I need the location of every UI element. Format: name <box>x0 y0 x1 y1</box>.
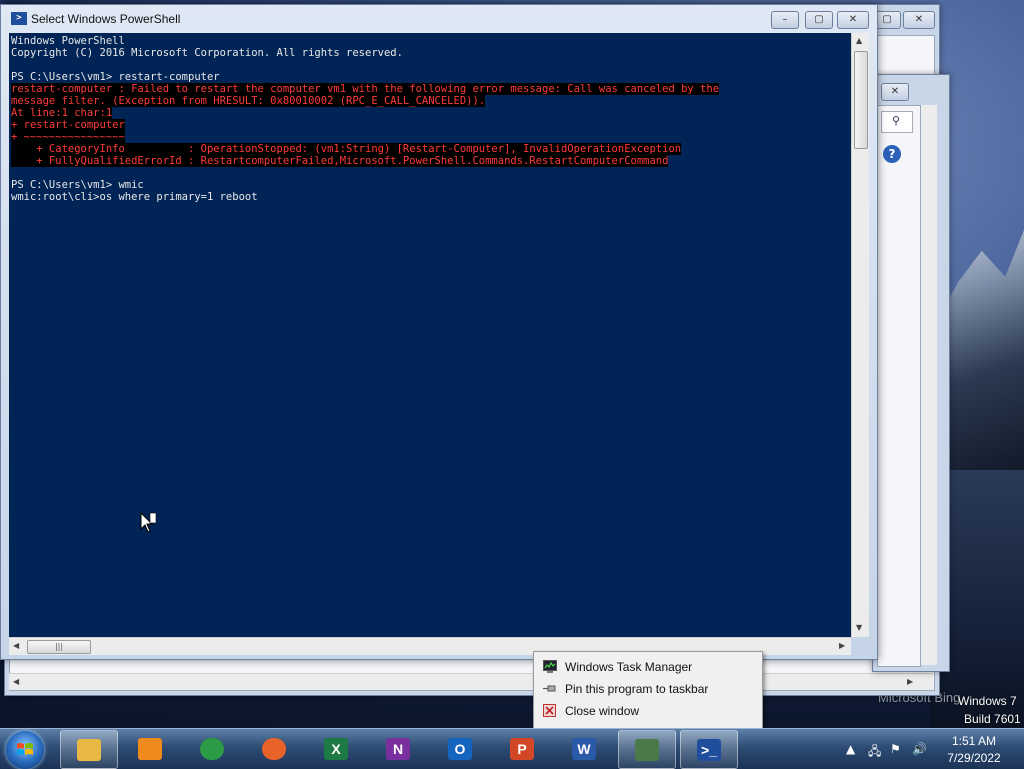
title-bar[interactable]: > Select Windows PowerShell – ▢ ✕ <box>1 5 877 33</box>
console-line: Copyright (C) 2016 Microsoft Corporation… <box>11 47 403 59</box>
windows-logo-icon <box>17 743 33 755</box>
taskbar-task-manager-button[interactable] <box>618 730 676 769</box>
powershell-icon: > <box>11 12 27 25</box>
powershell-window[interactable]: > Select Windows PowerShell – ▢ ✕ Window… <box>0 4 878 660</box>
outlook-icon: O <box>448 738 472 760</box>
clock-date[interactable]: 7/29/2022 <box>934 751 1014 765</box>
scroll-left-arrow-icon[interactable]: ◀ <box>13 641 19 650</box>
vertical-scrollbar[interactable]: ▲ ▼ <box>851 33 869 637</box>
console-error-line: + ~~~~~~~~~~~~~~~~ <box>11 131 125 143</box>
chrome-icon <box>200 738 224 760</box>
close-window-icon <box>543 704 556 717</box>
taskbar-jump-list: Windows Task Manager Pin this program to… <box>533 651 763 729</box>
window-title: Select Windows PowerShell <box>31 12 181 26</box>
taskbar-outlook-button[interactable]: O <box>432 730 488 767</box>
powerpoint-icon: P <box>510 738 534 760</box>
task-manager-icon <box>543 660 557 673</box>
jump-item-label: Windows Task Manager <box>565 660 693 674</box>
word-icon: W <box>572 738 596 760</box>
maximize-button[interactable]: ▢ <box>805 11 833 29</box>
taskbar-windows-media-player-button[interactable] <box>122 730 178 767</box>
taskbar-chrome-button[interactable] <box>184 730 240 767</box>
volume-icon[interactable]: 🔊 <box>912 742 927 756</box>
console-text: Windows PowerShell Copyright (C) 2016 Mic… <box>11 35 720 203</box>
taskbar-word-button[interactable]: W <box>556 730 612 767</box>
task-manager-icon <box>635 739 659 761</box>
scroll-up-arrow-icon[interactable]: ▲ <box>856 36 862 45</box>
os-version-label: Windows 7 <box>958 694 1017 708</box>
taskbar: X N O P W >_ ▲ 🖧 ⚑ 🔊 1:51 AM 7/29/2022 <box>0 728 1024 769</box>
excel-icon: X <box>324 738 348 760</box>
onenote-icon: N <box>386 738 410 760</box>
console-line: wmic:root\cli>os where primary=1 reboot <box>11 191 258 203</box>
close-button[interactable]: ✕ <box>881 83 909 101</box>
scroll-right-arrow-icon[interactable]: ▶ <box>839 641 845 650</box>
close-button[interactable]: ✕ <box>837 11 869 29</box>
scroll-thumb[interactable] <box>854 51 868 149</box>
clock-time[interactable]: 1:51 AM <box>934 734 1014 748</box>
firefox-icon <box>262 738 286 760</box>
minimize-button[interactable]: – <box>771 11 799 29</box>
vertical-scrollbar[interactable] <box>921 105 937 665</box>
mouse-cursor-icon <box>140 512 157 533</box>
scroll-down-arrow-icon[interactable]: ▼ <box>856 623 862 632</box>
jump-item-pin[interactable]: Pin this program to taskbar <box>534 678 762 700</box>
console-line: Windows PowerShell <box>11 35 125 47</box>
jump-item-label: Pin this program to taskbar <box>565 682 709 696</box>
background-window-2[interactable]: ✕ ⚲ ? <box>872 74 950 672</box>
pin-icon <box>543 685 556 692</box>
taskbar-powershell-button[interactable]: >_ <box>680 730 738 769</box>
console-line: PS C:\Users\vm1> wmic <box>11 179 144 191</box>
console-error-line: + FullyQualifiedErrorId : Restartcompute… <box>11 155 669 167</box>
taskbar-excel-button[interactable]: X <box>308 730 364 767</box>
taskbar-powerpoint-button[interactable]: P <box>494 730 550 767</box>
console-output[interactable]: Windows PowerShell Copyright (C) 2016 Mic… <box>9 33 851 637</box>
jump-item-label: Close window <box>565 704 640 718</box>
action-center-flag-icon[interactable]: ⚑ <box>890 742 901 756</box>
search-button[interactable]: ⚲ <box>881 111 913 133</box>
show-hidden-icons-icon[interactable]: ▲ <box>846 742 855 756</box>
console-error-line: restart-computer : Failed to restart the… <box>11 83 720 95</box>
console-line: PS C:\Users\vm1> restart-computer <box>11 71 220 83</box>
scroll-thumb[interactable]: ||| <box>27 640 91 654</box>
console-error-line: message filter. (Exception from HRESULT:… <box>11 95 486 107</box>
console-error-line: At line:1 char:1 <box>11 107 113 119</box>
file-explorer-icon <box>77 739 101 761</box>
start-button[interactable] <box>6 731 44 769</box>
horizontal-scrollbar[interactable]: ◀ ▶ <box>9 673 933 690</box>
taskbar-file-explorer-button[interactable] <box>60 730 118 769</box>
network-icon[interactable]: 🖧 <box>868 742 881 763</box>
windows-media-player-icon <box>138 738 162 760</box>
jump-item-close-window[interactable]: Close window <box>534 700 762 722</box>
taskbar-firefox-button[interactable] <box>246 730 302 767</box>
console-error-line: + CategoryInfo : OperationStopped: (vm1:… <box>11 143 682 155</box>
taskbar-onenote-button[interactable]: N <box>370 730 426 767</box>
help-icon[interactable]: ? <box>883 145 901 163</box>
search-icon: ⚲ <box>892 114 901 127</box>
console-error-line: + restart-computer <box>11 119 125 131</box>
close-button[interactable]: ✕ <box>903 11 935 29</box>
jump-item-task-manager[interactable]: Windows Task Manager <box>534 656 762 678</box>
os-build-label: Build 7601 <box>964 712 1021 726</box>
powershell-icon: >_ <box>697 739 721 761</box>
